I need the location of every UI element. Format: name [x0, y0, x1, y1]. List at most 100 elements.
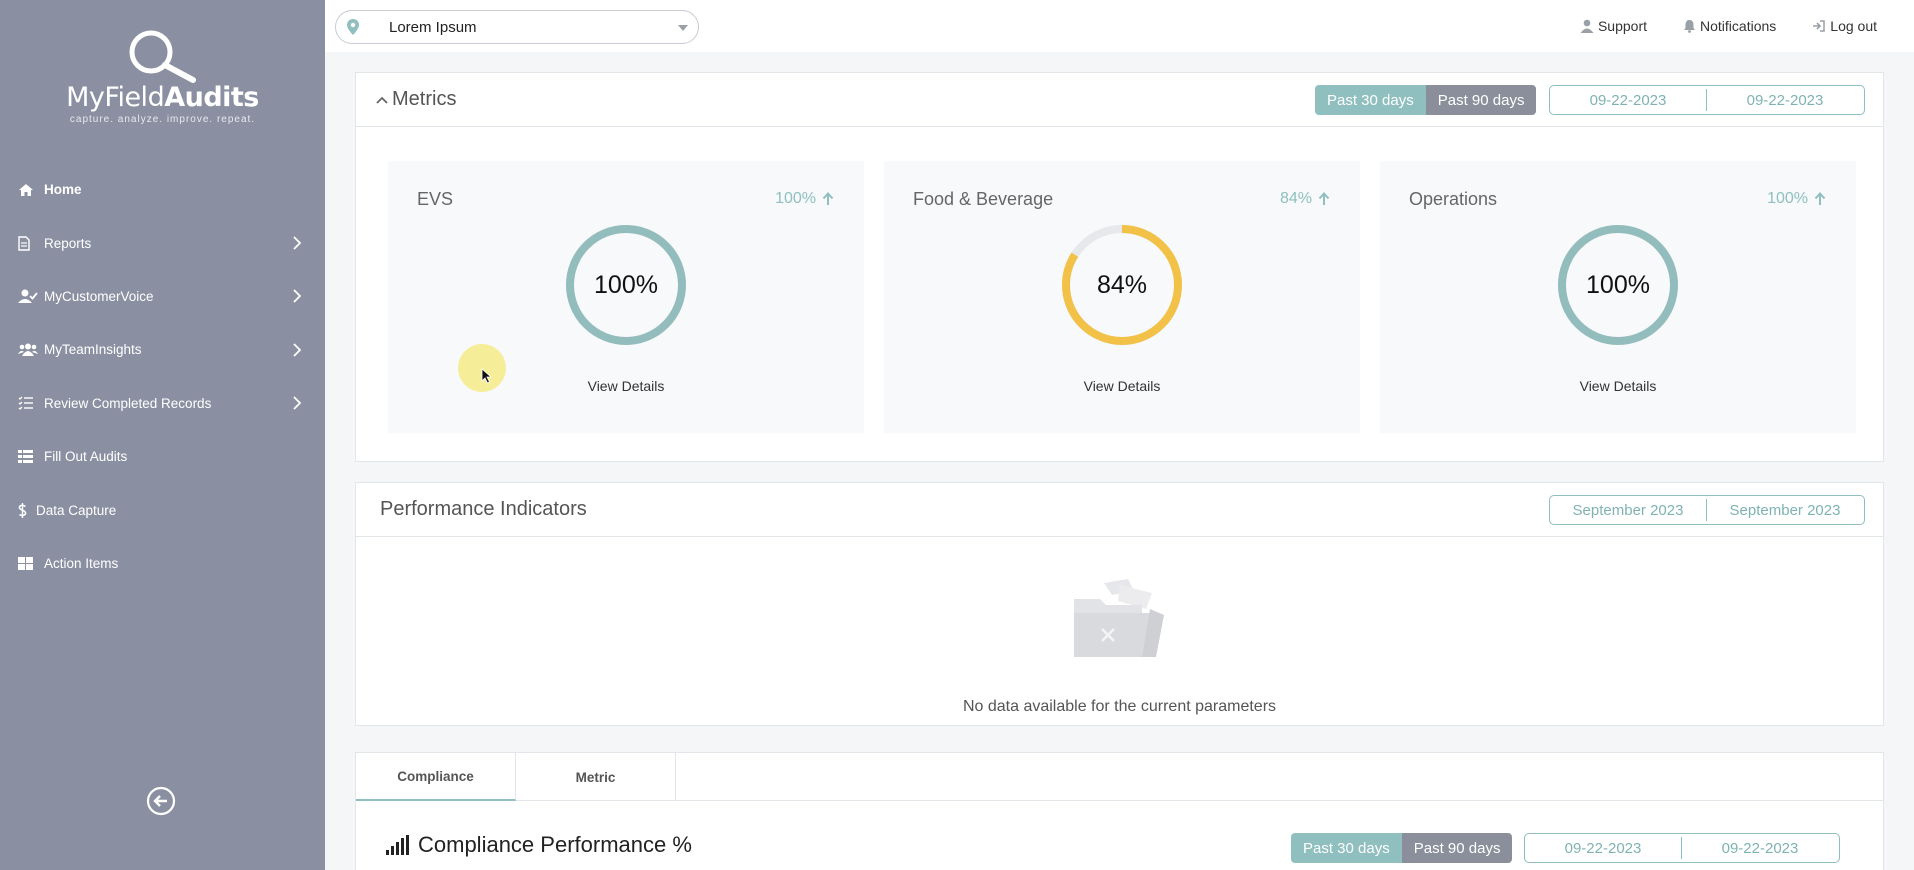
donut-value: 100% — [1586, 270, 1650, 299]
arrow-left-circle-icon[interactable] — [146, 786, 176, 816]
logout-label: Log out — [1830, 18, 1877, 34]
view-details-link[interactable]: View Details — [388, 378, 864, 394]
metrics-header: Metrics Past 30 days Past 90 days 09-22-… — [356, 73, 1883, 127]
brand-name: MyFieldAudits — [0, 82, 325, 113]
metrics-range-toggle: Past 30 days Past 90 days — [1315, 85, 1537, 115]
sidebar-item-label: Action Items — [44, 555, 119, 571]
date-from-field[interactable]: 09-22-2023 — [1550, 86, 1706, 114]
performance-month-range: September 2023 September 2023 — [1549, 495, 1865, 525]
location-select[interactable]: Lorem Ipsum — [335, 10, 699, 44]
metrics-toggle[interactable]: Metrics — [376, 88, 456, 111]
document-icon — [18, 235, 38, 251]
month-to-field[interactable]: September 2023 — [1707, 496, 1863, 524]
arrow-up-icon — [1318, 192, 1330, 205]
bell-icon — [1684, 20, 1696, 33]
brand-logo[interactable]: MyFieldAudits capture. analyze. improve.… — [0, 24, 325, 125]
users-icon — [18, 342, 38, 358]
tab-compliance[interactable]: Compliance — [356, 753, 516, 801]
sidebar-item-label: MyCustomerVoice — [44, 288, 154, 304]
past-30-days-button[interactable]: Past 30 days — [1291, 833, 1402, 863]
sidebar-item-label: Reports — [44, 235, 92, 251]
sidebar-item-review-completed-records[interactable]: Review Completed Records — [0, 377, 325, 430]
chevron-up-icon — [376, 96, 388, 104]
metric-card-title: Food & Beverage — [913, 189, 1054, 209]
past-90-days-button[interactable]: Past 90 days — [1425, 85, 1537, 115]
tab-bar: Compliance Metric — [356, 753, 1883, 801]
performance-title: Performance Indicators — [380, 498, 587, 520]
view-details-link[interactable]: View Details — [1380, 378, 1856, 394]
support-label: Support — [1597, 18, 1648, 34]
donut-value: 100% — [594, 270, 658, 299]
sidebar-item-reports[interactable]: Reports — [0, 216, 325, 269]
metric-card-title: Operations — [1409, 189, 1498, 209]
sidebar-item-fill-out-audits[interactable]: Fill Out Audits — [0, 430, 325, 483]
sidebar-item-mycustomervoice[interactable]: MyCustomerVoice — [0, 270, 325, 323]
chevron-right-icon — [293, 343, 301, 357]
metric-donut: 100% — [564, 223, 688, 347]
metric-card: EVS 100% 100% View Details — [388, 161, 864, 433]
chevron-right-icon — [293, 396, 301, 410]
top-links: Support Notifications Log out — [1580, 0, 1914, 52]
sidebar-item-myteaminsights[interactable]: MyTeamInsights — [0, 323, 325, 376]
compliance-range-toggle: Past 30 days Past 90 days — [1291, 833, 1513, 863]
brand-name-bold: Audits — [164, 82, 259, 113]
top-bar: Lorem Ipsum Support Notifications Log ou… — [325, 0, 1914, 52]
past-30-days-button[interactable]: Past 30 days — [1315, 85, 1426, 115]
sidebar-nav: Home Reports MyCustomerVoice MyTeamInsig… — [0, 163, 325, 590]
empty-state: No data available for the current parame… — [356, 537, 1883, 727]
notifications-label: Notifications — [1700, 18, 1777, 34]
metric-change-value: 100% — [775, 190, 816, 207]
metric-card-change: 100% — [775, 190, 834, 208]
mouse-cursor-icon — [481, 368, 492, 384]
notifications-link[interactable]: Notifications — [1683, 18, 1776, 34]
grid-icon — [18, 555, 38, 571]
view-details-link[interactable]: View Details — [884, 378, 1360, 394]
month-from-field[interactable]: September 2023 — [1550, 496, 1706, 524]
metric-card-change: 84% — [1280, 190, 1330, 208]
sidebar-item-label: Home — [44, 182, 82, 198]
date-to-field[interactable]: 09-22-2023 — [1682, 834, 1838, 862]
table-icon — [18, 449, 38, 465]
arrow-up-icon — [822, 192, 834, 205]
sidebar-item-action-items[interactable]: Action Items — [0, 537, 325, 590]
metric-card: Food & Beverage 84% 84% View Details — [884, 161, 1360, 433]
performance-header: Performance Indicators September 2023 Se… — [356, 483, 1883, 537]
sidebar-item-home[interactable]: Home — [0, 163, 325, 216]
date-to-field[interactable]: 09-22-2023 — [1707, 86, 1863, 114]
metric-card: Operations 100% 100% View Details — [1380, 161, 1856, 433]
compliance-title-text: Compliance Performance % — [418, 832, 692, 857]
metrics-title: Metrics — [392, 88, 457, 110]
performance-panel: Performance Indicators September 2023 Se… — [355, 482, 1884, 726]
sidebar-item-label: Review Completed Records — [44, 395, 212, 411]
empty-folder-icon — [1074, 579, 1164, 657]
sidebar: MyFieldAudits capture. analyze. improve.… — [0, 0, 325, 870]
compliance-section: Compliance Metric Compliance Performance… — [355, 752, 1884, 870]
chevron-right-icon — [293, 289, 301, 304]
metric-card-title: EVS — [417, 189, 454, 209]
user-icon — [1580, 19, 1594, 33]
chevron-right-icon — [293, 236, 301, 250]
user-check-icon — [18, 288, 38, 304]
signal-bars-icon — [386, 835, 409, 855]
past-90-days-button[interactable]: Past 90 days — [1401, 833, 1513, 863]
sidebar-item-label: Fill Out Audits — [44, 449, 128, 465]
brand-name-light: MyField — [66, 82, 165, 113]
logout-link[interactable]: Log out — [1812, 18, 1877, 34]
arrow-up-icon — [1814, 192, 1826, 205]
metric-donut: 100% — [1556, 223, 1680, 347]
support-link[interactable]: Support — [1580, 18, 1647, 34]
metric-donut: 84% — [1060, 223, 1184, 347]
date-from-field[interactable]: 09-22-2023 — [1525, 834, 1681, 862]
tab-metric[interactable]: Metric — [516, 753, 676, 801]
compliance-title: Compliance Performance % — [386, 832, 692, 858]
sidebar-item-data-capture[interactable]: Data Capture — [0, 483, 325, 536]
metric-card-change: 100% — [1767, 190, 1826, 208]
home-icon — [18, 182, 38, 198]
metrics-date-range: 09-22-2023 09-22-2023 — [1549, 85, 1865, 115]
sidebar-item-label: Data Capture — [36, 502, 117, 518]
empty-state-text: No data available for the current parame… — [962, 698, 1277, 715]
sidebar-item-label: MyTeamInsights — [44, 342, 142, 358]
map-pin-icon — [347, 19, 359, 35]
list-check-icon — [18, 395, 38, 411]
sign-out-icon — [1813, 20, 1826, 32]
